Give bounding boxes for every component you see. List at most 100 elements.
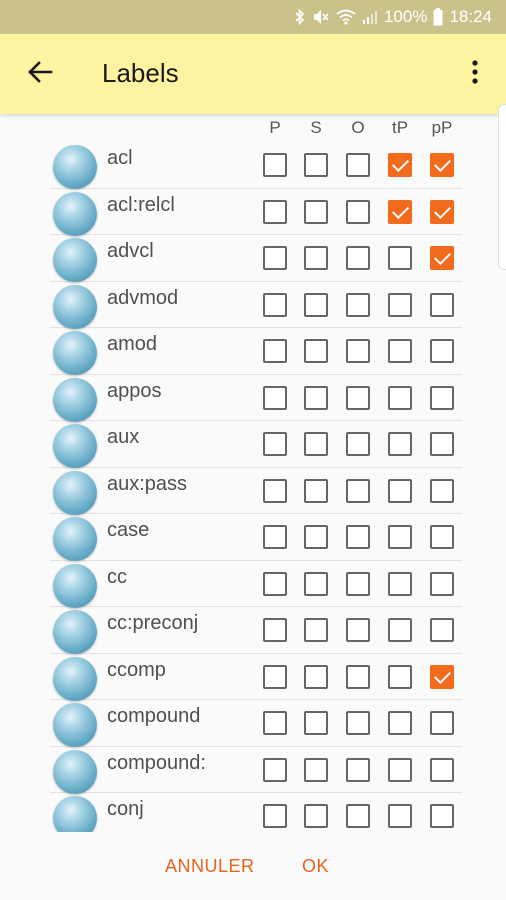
checkbox-tp[interactable] — [388, 478, 412, 503]
checkbox-o[interactable] — [346, 246, 370, 270]
checkbox-tp[interactable] — [388, 664, 412, 689]
checkbox-pp[interactable] — [430, 385, 454, 410]
checkbox-o[interactable] — [346, 153, 370, 177]
list-item[interactable]: aux — [50, 421, 462, 468]
checkbox-o[interactable] — [346, 571, 370, 596]
checkbox-s[interactable] — [304, 525, 328, 549]
checkbox-pp[interactable] — [430, 711, 454, 735]
checkbox-o[interactable] — [346, 525, 370, 549]
checkbox-o[interactable] — [346, 292, 370, 317]
label-name: compound: — [107, 751, 206, 774]
list-item[interactable]: compound — [50, 700, 462, 747]
checkbox-pp[interactable] — [430, 757, 454, 782]
list-item[interactable]: case — [50, 514, 462, 561]
checkbox-p[interactable] — [263, 618, 287, 642]
checkbox-s[interactable] — [304, 246, 328, 270]
checkbox-tp[interactable] — [388, 571, 412, 596]
checkbox-o[interactable] — [346, 199, 370, 224]
checkbox-o[interactable] — [346, 757, 370, 782]
checkbox-pp[interactable] — [430, 664, 454, 689]
checkbox-o[interactable] — [346, 385, 370, 410]
label-orb-icon — [53, 749, 97, 794]
checkbox-pp[interactable] — [430, 246, 454, 270]
checkbox-p[interactable] — [263, 571, 287, 596]
checkbox-s[interactable] — [304, 478, 328, 503]
checkbox-p[interactable] — [263, 153, 287, 177]
list-item[interactable]: advmod — [50, 282, 462, 329]
checkbox-s[interactable] — [304, 385, 328, 410]
checkbox-pp[interactable] — [430, 804, 454, 828]
list-item[interactable]: ccomp — [50, 654, 462, 701]
list-item[interactable]: advcl — [50, 235, 462, 282]
checkbox-tp[interactable] — [388, 246, 412, 270]
checkbox-pp[interactable] — [430, 571, 454, 596]
checkbox-pp[interactable] — [430, 292, 454, 317]
checkbox-tp[interactable] — [388, 525, 412, 549]
checkbox-pp[interactable] — [430, 618, 454, 642]
checkbox-pp[interactable] — [430, 339, 454, 363]
checkbox-pp[interactable] — [430, 199, 454, 224]
checkbox-pp[interactable] — [430, 478, 454, 503]
checkbox-s[interactable] — [304, 711, 328, 735]
checkbox-tp[interactable] — [388, 757, 412, 782]
list-item[interactable]: conj — [50, 793, 462, 832]
checkbox-p[interactable] — [263, 664, 287, 689]
checkbox-o[interactable] — [346, 664, 370, 689]
checkbox-o[interactable] — [346, 432, 370, 456]
checkbox-tp[interactable] — [388, 292, 412, 317]
checkbox-s[interactable] — [304, 571, 328, 596]
checkbox-tp[interactable] — [388, 804, 412, 828]
checkbox-tp[interactable] — [388, 199, 412, 224]
checkbox-o[interactable] — [346, 618, 370, 642]
overflow-menu-button[interactable] — [460, 54, 490, 94]
checkbox-s[interactable] — [304, 339, 328, 363]
ok-button[interactable]: OK — [302, 856, 329, 877]
checkbox-s[interactable] — [304, 199, 328, 224]
checkbox-pp[interactable] — [430, 432, 454, 456]
checkbox-tp[interactable] — [388, 385, 412, 410]
checkbox-o[interactable] — [346, 804, 370, 828]
label-orb-icon — [53, 470, 97, 515]
checkbox-p[interactable] — [263, 385, 287, 410]
checkbox-s[interactable] — [304, 153, 328, 177]
list-item[interactable]: aux:pass — [50, 468, 462, 515]
checkbox-o[interactable] — [346, 711, 370, 735]
label-name: advcl — [107, 240, 154, 262]
back-button[interactable] — [20, 54, 60, 94]
checkbox-s[interactable] — [304, 618, 328, 642]
checkbox-tp[interactable] — [388, 618, 412, 642]
list-item[interactable]: compound: — [50, 747, 462, 794]
list-item[interactable]: acl:relcl — [50, 189, 462, 236]
checkbox-p[interactable] — [263, 199, 287, 224]
checkbox-o[interactable] — [346, 339, 370, 363]
checkbox-pp[interactable] — [430, 525, 454, 549]
list-item[interactable]: cc:preconj — [50, 607, 462, 654]
checkbox-p[interactable] — [263, 246, 287, 270]
checkbox-s[interactable] — [304, 757, 328, 782]
label-list[interactable]: acl acl:relcl advcl advmod amod appos aux aux:p… — [50, 142, 462, 832]
checkbox-p[interactable] — [263, 478, 287, 503]
list-item[interactable]: appos — [50, 375, 462, 422]
checkbox-s[interactable] — [304, 804, 328, 828]
checkbox-p[interactable] — [263, 432, 287, 456]
checkbox-p[interactable] — [263, 292, 287, 317]
checkbox-tp[interactable] — [388, 711, 412, 735]
checkbox-p[interactable] — [263, 711, 287, 735]
label-name: cc:preconj — [107, 612, 199, 634]
checkbox-s[interactable] — [304, 432, 328, 456]
checkbox-p[interactable] — [263, 757, 287, 782]
checkbox-o[interactable] — [346, 478, 370, 503]
checkbox-pp[interactable] — [430, 153, 454, 177]
checkbox-p[interactable] — [263, 525, 287, 549]
list-item[interactable]: cc — [50, 561, 462, 608]
checkbox-p[interactable] — [263, 339, 287, 363]
cancel-button[interactable]: ANNULER — [165, 856, 255, 877]
checkbox-tp[interactable] — [388, 432, 412, 456]
checkbox-s[interactable] — [304, 292, 328, 317]
list-item[interactable]: acl — [50, 142, 462, 189]
checkbox-s[interactable] — [304, 664, 328, 689]
checkbox-tp[interactable] — [388, 153, 412, 177]
checkbox-p[interactable] — [263, 804, 287, 828]
list-item[interactable]: amod — [50, 328, 462, 375]
checkbox-tp[interactable] — [388, 339, 412, 363]
